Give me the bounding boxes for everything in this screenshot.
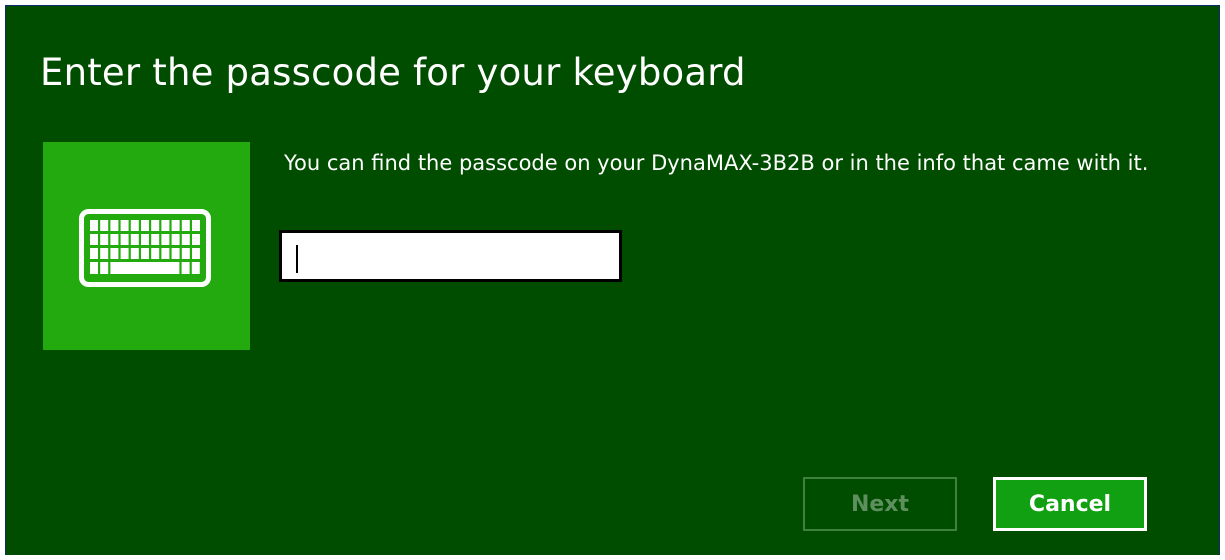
passcode-input[interactable] — [279, 230, 622, 282]
keyboard-key — [151, 248, 160, 259]
keyboard-key — [181, 234, 190, 245]
keyboard-key — [100, 262, 109, 274]
keyboard-key — [192, 220, 200, 231]
keyboard-key — [110, 262, 180, 274]
keyboard-key — [161, 234, 170, 245]
keyboard-key — [181, 248, 190, 259]
keyboard-key — [151, 234, 160, 245]
keyboard-key — [141, 234, 149, 245]
keyboard-key — [141, 248, 149, 259]
keyboard-key — [192, 234, 200, 245]
device-tile — [43, 142, 250, 350]
dialog-title: Enter the passcode for your keyboard — [40, 51, 746, 94]
keyboard-key — [100, 234, 109, 245]
keyboard-key — [171, 248, 180, 259]
cancel-button[interactable]: Cancel — [993, 477, 1147, 531]
dialog-message: You can find the passcode on your DynaMA… — [284, 151, 1149, 175]
keyboard-key — [130, 248, 139, 259]
keyboard-key — [90, 248, 98, 259]
keyboard-key — [120, 248, 129, 259]
keyboard-key — [100, 220, 109, 231]
keyboard-key — [120, 220, 129, 231]
keyboard-key — [151, 220, 160, 231]
keyboard-key — [191, 262, 200, 274]
keyboard-key — [130, 220, 139, 231]
keyboard-key — [110, 248, 119, 259]
keyboard-key — [181, 262, 190, 274]
keyboard-key — [161, 248, 170, 259]
keyboard-key — [100, 248, 109, 259]
keyboard-key — [90, 220, 98, 231]
keyboard-key — [161, 220, 170, 231]
next-button[interactable]: Next — [803, 477, 957, 531]
keyboard-key — [141, 220, 149, 231]
text-caret — [296, 245, 298, 273]
keyboard-key — [181, 220, 190, 231]
keyboard-key — [90, 262, 98, 274]
keyboard-key — [120, 234, 129, 245]
keyboard-icon — [79, 209, 211, 287]
keyboard-key — [110, 220, 119, 231]
pairing-dialog: Enter the passcode for your keyboard You… — [5, 5, 1220, 555]
keyboard-key — [192, 248, 200, 259]
keyboard-key — [171, 220, 180, 231]
keyboard-key — [130, 234, 139, 245]
keyboard-key — [171, 234, 180, 245]
keyboard-key — [90, 234, 98, 245]
keyboard-key — [110, 234, 119, 245]
